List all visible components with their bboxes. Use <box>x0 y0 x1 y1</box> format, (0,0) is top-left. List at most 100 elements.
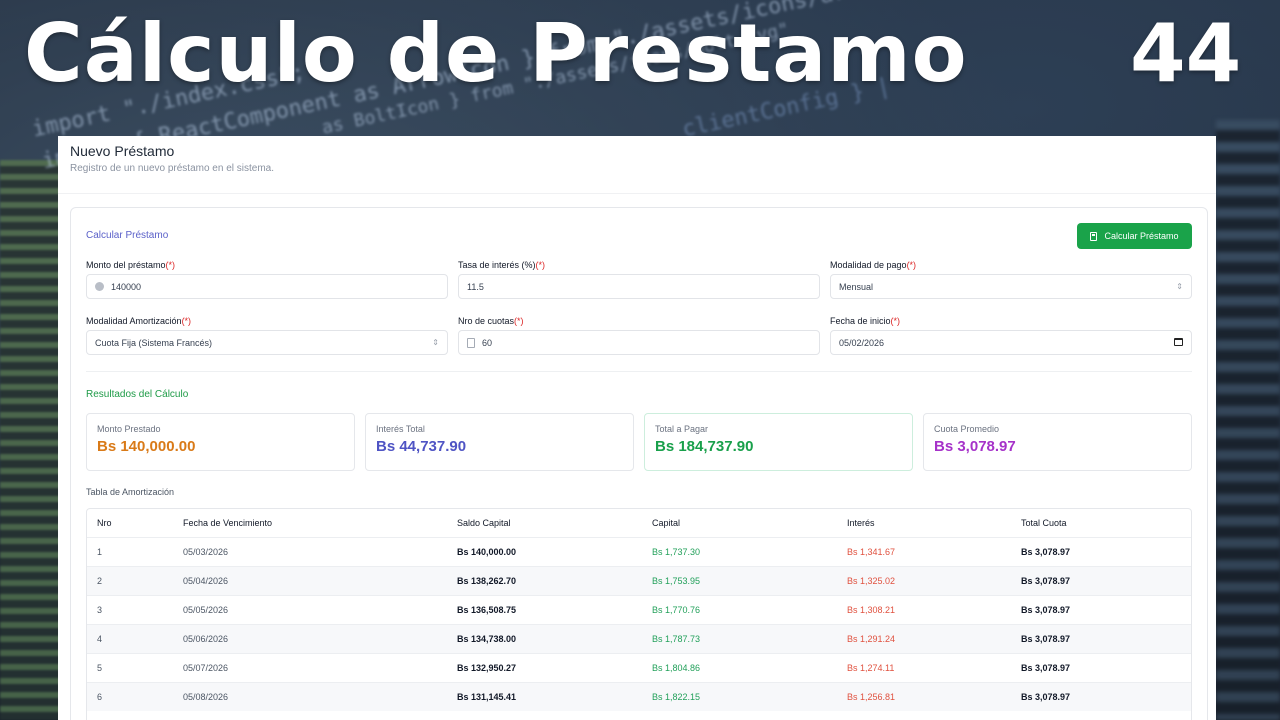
stat-value: Bs 44,737.90 <box>376 438 467 455</box>
cell-total-installment: Bs 3,078.97 <box>1011 681 1191 711</box>
cell-interest: Bs 1,256.81 <box>837 681 1011 711</box>
coin-icon <box>95 282 104 291</box>
cell-capital: Bs 1,737.30 <box>642 536 837 566</box>
loan-calculator-card: Calcular Préstamo Calcular Préstamo Mont… <box>70 207 1208 720</box>
table-row: 5 05/07/2026 Bs 132,950.27 Bs 1,804.86 B… <box>87 652 1191 682</box>
column-header-nro: Nro <box>97 517 112 528</box>
cell-capital: Bs 1,822.15 <box>642 681 837 711</box>
cell-due-date: 05/06/2026 <box>173 623 447 653</box>
stat-label: Total a Pagar <box>655 424 709 434</box>
required-mark: (*) <box>514 316 524 326</box>
amount-value: 140000 <box>111 281 142 292</box>
start-date-value: 05/02/2026 <box>839 337 885 348</box>
episode-number: 44 <box>1130 7 1242 100</box>
amortization-table-caption: Tabla de Amortización <box>86 487 175 497</box>
cell-total-installment: Bs 3,078.97 <box>1011 565 1191 595</box>
cell-total-installment: Bs 3,078.97 <box>1011 594 1191 624</box>
cell-nro: 3 <box>87 594 173 624</box>
cell-total-installment: Bs 3,078.97 <box>1011 652 1191 682</box>
stat-card-loan-amount: Monto Prestado Bs 140,000.00 <box>86 413 355 471</box>
cell-total-installment: Bs 3,078.97 <box>1011 623 1191 653</box>
cell-balance: Bs 132,950.27 <box>447 652 642 682</box>
page-subtitle: Registro de un nuevo préstamo en el sist… <box>70 163 274 174</box>
amount-field: Monto del préstamo(*) 140000 <box>86 260 448 299</box>
table-row: 6 05/08/2026 Bs 131,145.41 Bs 1,822.15 B… <box>87 681 1191 711</box>
calculator-icon <box>467 337 475 348</box>
cell-due-date: 05/08/2026 <box>173 681 447 711</box>
cell-capital: Bs 1,804.86 <box>642 652 837 682</box>
rate-field: Tasa de interés (%)(*) 11.5 <box>458 260 820 299</box>
cell-nro: 5 <box>87 652 173 682</box>
cell-due-date: 05/05/2026 <box>173 594 447 624</box>
amortization-label: Modalidad Amortización <box>86 316 182 326</box>
cell-balance: Bs 134,738.00 <box>447 623 642 653</box>
calculator-icon <box>1090 231 1098 241</box>
calendar-icon[interactable] <box>1174 337 1183 346</box>
cell-balance: Bs 131,145.41 <box>447 681 642 711</box>
required-mark: (*) <box>906 260 917 270</box>
installments-input[interactable]: 60 <box>458 330 820 355</box>
cell-interest: Bs 1,325.02 <box>837 565 1011 595</box>
payment-mode-select[interactable]: Mensual ⇕ <box>830 274 1192 299</box>
stat-label: Interés Total <box>376 424 425 434</box>
rate-value: 11.5 <box>467 281 484 292</box>
start-date-label: Fecha de inicio <box>830 316 891 326</box>
cell-nro: 6 <box>87 681 173 711</box>
table-row: 2 05/04/2026 Bs 138,262.70 Bs 1,753.95 B… <box>87 565 1191 595</box>
cell-due-date: 05/04/2026 <box>173 565 447 595</box>
cell-capital: Bs 1,770.76 <box>642 594 837 624</box>
stat-value: Bs 140,000.00 <box>97 438 196 455</box>
payment-mode-field: Modalidad de pago(*) Mensual ⇕ <box>830 260 1192 299</box>
start-date-field: Fecha de inicio(*) 05/02/2026 <box>830 316 1192 355</box>
page-title: Nuevo Préstamo <box>70 143 175 159</box>
cell-capital: Bs 1,753.95 <box>642 565 837 595</box>
video-title: Cálculo de Prestamo <box>24 7 968 100</box>
amortization-value: Cuota Fija (Sistema Francés) <box>95 337 213 348</box>
stat-label: Monto Prestado <box>97 424 161 434</box>
installments-value: 60 <box>482 337 493 348</box>
select-arrows-icon: ⇕ <box>1176 282 1183 291</box>
app-window: Nuevo Préstamo Registro de un nuevo prés… <box>58 136 1216 720</box>
column-header-capital: Capital <box>652 517 681 528</box>
required-mark: (*) <box>890 316 901 326</box>
page-header: Nuevo Préstamo Registro de un nuevo prés… <box>58 136 1216 194</box>
required-mark: (*) <box>535 260 546 270</box>
installments-field: Nro de cuotas(*) 60 <box>458 316 820 355</box>
required-mark: (*) <box>181 316 192 326</box>
rate-label: Tasa de interés (%) <box>458 260 536 270</box>
cell-interest: Bs 1,274.11 <box>837 652 1011 682</box>
stat-card-average-installment: Cuota Promedio Bs 3,078.97 <box>923 413 1192 471</box>
column-header-interest: Interés <box>847 517 875 528</box>
background-right-blur <box>1216 120 1280 720</box>
payment-mode-value: Mensual <box>839 281 874 292</box>
calculate-loan-button[interactable]: Calcular Préstamo <box>1077 223 1192 249</box>
rate-input[interactable]: 11.5 <box>458 274 820 299</box>
amortization-select[interactable]: Cuota Fija (Sistema Francés) ⇕ <box>86 330 448 355</box>
cell-interest: Bs 1,341.67 <box>837 536 1011 566</box>
stat-card-total-to-pay: Total a Pagar Bs 184,737.90 <box>644 413 913 471</box>
cell-total-installment: Bs 3,078.97 <box>1011 536 1191 566</box>
select-arrows-icon: ⇕ <box>432 338 439 347</box>
required-mark: (*) <box>165 260 176 270</box>
cell-due-date: 05/07/2026 <box>173 652 447 682</box>
table-row: 3 05/05/2026 Bs 136,508.75 Bs 1,770.76 B… <box>87 594 1191 624</box>
start-date-input[interactable]: 05/02/2026 <box>830 330 1192 355</box>
cell-interest: Bs 1,308.21 <box>837 594 1011 624</box>
results-section-title: Resultados del Cálculo <box>86 389 189 400</box>
calculate-section-title: Calcular Préstamo <box>86 230 169 241</box>
calculate-loan-button-label: Calcular Préstamo <box>1104 231 1179 241</box>
column-header-balance: Saldo Capital <box>457 517 511 528</box>
cell-due-date: 05/03/2026 <box>173 536 447 566</box>
stat-card-total-interest: Interés Total Bs 44,737.90 <box>365 413 634 471</box>
table-header-row: Nro Fecha de Vencimiento Saldo Capital C… <box>87 509 1191 537</box>
cell-nro: 4 <box>87 623 173 653</box>
cell-nro: 2 <box>87 565 173 595</box>
payment-mode-label: Modalidad de pago <box>830 260 907 270</box>
stat-value: Bs 184,737.90 <box>655 438 754 455</box>
installments-label: Nro de cuotas <box>458 316 515 326</box>
cell-capital: Bs 1,787.73 <box>642 623 837 653</box>
amortization-field: Modalidad Amortización(*) Cuota Fija (Si… <box>86 316 448 355</box>
background-left-blur <box>0 160 60 720</box>
cell-nro: 1 <box>87 536 173 566</box>
amount-input[interactable]: 140000 <box>86 274 448 299</box>
